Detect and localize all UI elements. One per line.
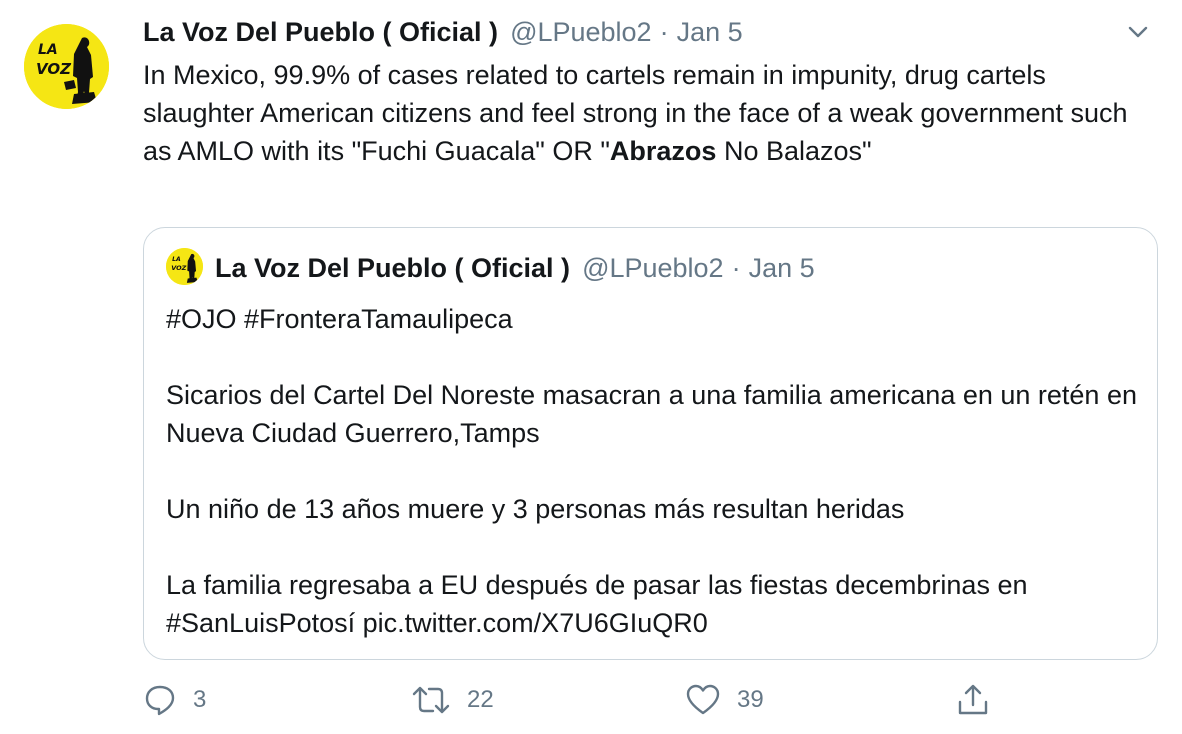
svg-text:VOZ: VOZ (171, 264, 186, 272)
quoted-author-name: La Voz Del Pueblo ( Oficial ) (215, 252, 571, 283)
tweet-text-bold: Abrazos (609, 136, 717, 166)
retweet-button[interactable]: 22 (411, 680, 494, 720)
quoted-author-avatar: LA VOZ (166, 248, 203, 285)
svg-text:LA: LA (172, 256, 181, 263)
tweet-date[interactable]: Jan 5 (677, 17, 743, 48)
quoted-tweet-header: La Voz Del Pueblo ( Oficial ) @LPueblo2 … (215, 250, 815, 286)
quoted-paragraph: La familia regresaba a EU después de pas… (166, 570, 1028, 638)
reply-button[interactable]: 3 (143, 680, 206, 720)
tweet-text-part: No Balazos" (716, 136, 872, 166)
la-voz-logo-icon: LA VOZ (24, 24, 109, 109)
chevron-down-icon[interactable] (1124, 18, 1152, 46)
tweet: LA VOZ La Voz Del Pueblo ( Oficial ) @LP… (0, 0, 1182, 734)
author-avatar[interactable]: LA VOZ (24, 24, 109, 109)
quoted-paragraph: #OJO #FronteraTamaulipeca (166, 304, 513, 334)
retweet-icon (412, 686, 450, 714)
reply-count: 3 (193, 686, 207, 713)
author-name[interactable]: La Voz Del Pueblo ( Oficial ) (143, 17, 498, 48)
quoted-author-handle: @LPueblo2 (582, 252, 724, 283)
action-bar: 3 22 39 (0, 680, 1182, 720)
quoted-tweet[interactable]: LA VOZ La Voz Del Pueblo ( Oficial ) @LP… (143, 227, 1158, 660)
share-icon (958, 684, 988, 715)
quoted-tweet-date: Jan 5 (748, 252, 815, 283)
quoted-tweet-text: #OJO #FronteraTamaulipeca Sicarios del C… (166, 300, 1146, 642)
quoted-paragraph: Un niño de 13 años muere y 3 personas má… (166, 494, 905, 524)
la-voz-logo-icon: LA VOZ (166, 248, 203, 285)
tweet-header: La Voz Del Pueblo ( Oficial ) @LPueblo2 … (143, 14, 743, 50)
author-handle[interactable]: @LPueblo2 (510, 17, 652, 48)
quoted-paragraph: Sicarios del Cartel Del Noreste masacran… (166, 380, 1137, 448)
tweet-text: In Mexico, 99.9% of cases related to car… (143, 56, 1153, 170)
reply-icon (145, 685, 175, 716)
svg-text:LA: LA (38, 42, 58, 58)
separator-dot: · (659, 16, 669, 47)
svg-text:VOZ: VOZ (36, 60, 72, 78)
like-button[interactable]: 39 (685, 680, 764, 720)
share-button[interactable] (955, 680, 991, 720)
retweet-count: 22 (467, 686, 494, 713)
heart-icon (686, 684, 720, 715)
separator-dot: · (731, 252, 741, 283)
like-count: 39 (737, 686, 764, 713)
